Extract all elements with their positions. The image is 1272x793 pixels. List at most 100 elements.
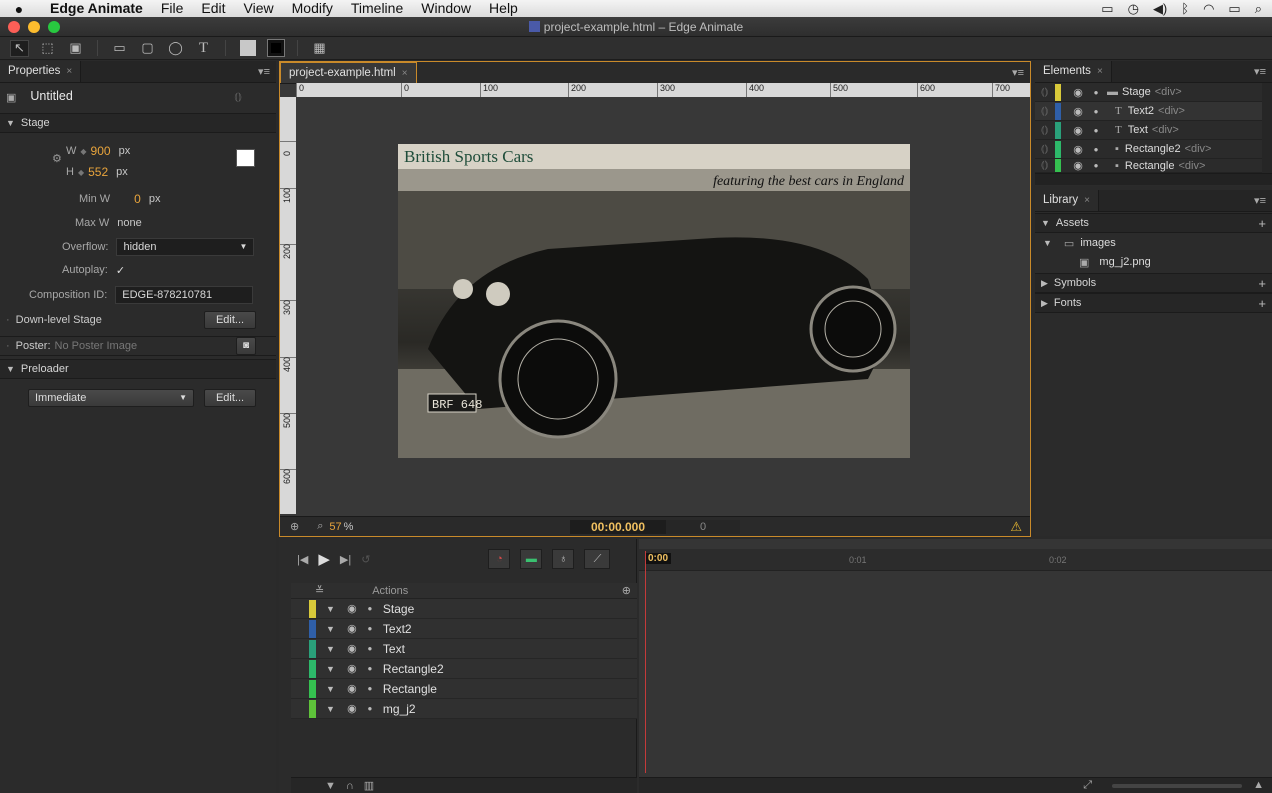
stage-subtitle-text[interactable]: featuring the best cars in England xyxy=(713,174,904,190)
eye-icon[interactable]: ◉ xyxy=(1067,124,1089,137)
element-row-stage[interactable]: ⦅⦆ ◉ ● ▬ Stage <div> xyxy=(1035,83,1262,102)
grid-icon[interactable]: ▦ xyxy=(310,40,329,57)
images-folder-row[interactable]: ▼ ▭ images xyxy=(1035,233,1272,253)
eye-icon[interactable]: ◉ xyxy=(1067,143,1089,156)
tab-library[interactable]: Library × xyxy=(1035,190,1099,211)
menu-timeline[interactable]: Timeline xyxy=(343,0,413,17)
selection-tool-icon[interactable]: ↖ xyxy=(10,39,29,57)
lock-dot-icon[interactable]: ● xyxy=(1089,107,1103,116)
composition-id-field[interactable]: EDGE-878210781 xyxy=(115,286,254,304)
element-row-text[interactable]: ⦅⦆ ◉ ● T Text <div> xyxy=(1035,121,1262,140)
wifi-icon[interactable]: ◠ xyxy=(1203,0,1214,17)
timeline-row-text2[interactable]: ▼ ◉ ● Text2 xyxy=(291,619,637,639)
menu-window[interactable]: Window xyxy=(413,0,481,17)
min-width-value[interactable]: 0 xyxy=(134,192,141,206)
eye-icon[interactable]: ◉ xyxy=(341,642,363,655)
link-dimensions-icon[interactable]: ⚙ xyxy=(52,152,62,165)
time-ruler[interactable]: 0:00 0:01 0:02 xyxy=(639,549,1272,571)
auto-transition-icon[interactable]: ▬ xyxy=(520,549,543,569)
tab-properties[interactable]: Properties × xyxy=(0,61,82,82)
play-icon[interactable]: ▶ xyxy=(318,550,330,568)
lock-dot-icon[interactable]: ● xyxy=(363,644,377,653)
car-image[interactable]: BRF 648 xyxy=(398,169,910,458)
playhead-line[interactable] xyxy=(645,551,646,773)
display-icon[interactable]: ▭ xyxy=(1101,0,1113,17)
stage-title-text[interactable]: British Sports Cars xyxy=(404,147,533,167)
rounded-rectangle-tool-icon[interactable]: ▢ xyxy=(138,40,157,57)
timeline-row-text[interactable]: ▼ ◉ ● Text xyxy=(291,639,637,659)
overflow-select[interactable]: hidden ▼ xyxy=(116,238,255,256)
close-icon[interactable]: × xyxy=(402,68,408,79)
lock-dot-icon[interactable]: ● xyxy=(363,624,377,633)
add-font-icon[interactable]: + xyxy=(1258,296,1266,311)
apple-icon[interactable]: ● xyxy=(0,1,38,17)
fonts-section-header[interactable]: ▶ Fonts + xyxy=(1035,293,1272,313)
battery-icon[interactable]: ▭ xyxy=(1228,0,1240,17)
width-value[interactable]: 900 xyxy=(91,144,111,158)
eye-icon[interactable]: ◉ xyxy=(341,702,363,715)
bluetooth-icon[interactable]: ᛒ xyxy=(1181,0,1189,17)
lock-dot-icon[interactable]: ● xyxy=(1089,145,1103,154)
menu-view[interactable]: View xyxy=(236,0,284,17)
ellipse-tool-icon[interactable]: ◯ xyxy=(166,40,185,57)
timeline-row-rectangle[interactable]: ▼ ◉ ● Rectangle xyxy=(291,679,637,699)
element-row-rectangle2[interactable]: ⦅⦆ ◉ ● ▪ Rectangle2 <div> xyxy=(1035,140,1262,159)
lock-dot-icon[interactable]: ● xyxy=(1089,88,1103,97)
lock-dot-icon[interactable]: ● xyxy=(363,684,377,693)
rectangle-tool-icon[interactable]: ▭ xyxy=(110,40,129,57)
fit-icon[interactable]: ⤢ xyxy=(1083,779,1092,792)
playhead-time-label[interactable]: 0:00 xyxy=(645,553,672,564)
menu-file[interactable]: File xyxy=(153,0,194,17)
image-file-row[interactable]: ▣ mg_j2.png xyxy=(1035,252,1272,272)
clipping-tool-icon[interactable]: ▣ xyxy=(66,40,85,57)
zoom-slider[interactable] xyxy=(1112,784,1242,788)
zoom-icon[interactable]: ⌕ xyxy=(317,520,323,533)
eye-icon[interactable]: ◉ xyxy=(341,662,363,675)
close-icon[interactable]: × xyxy=(66,66,72,77)
element-row-rectangle[interactable]: ⦅⦆ ◉ ● ▪ Rectangle <div> xyxy=(1035,159,1262,173)
text-tool-icon[interactable]: T xyxy=(194,40,213,57)
height-value[interactable]: 552 xyxy=(88,165,108,179)
preloader-select[interactable]: Immediate ▼ xyxy=(28,389,194,407)
menu-edit[interactable]: Edit xyxy=(193,0,235,17)
close-icon[interactable]: × xyxy=(1097,66,1103,77)
auto-keyframe-icon[interactable]: ◔ xyxy=(488,549,511,569)
tab-elements[interactable]: Elements × xyxy=(1035,61,1112,82)
panel-menu-icon[interactable]: ▾≡ xyxy=(1254,194,1266,207)
camera-icon[interactable]: ◙ xyxy=(236,337,256,355)
eye-icon[interactable]: ◉ xyxy=(1067,159,1089,172)
timeline-row-rectangle2[interactable]: ▼ ◉ ● Rectangle2 xyxy=(291,659,637,679)
timeline-row-mg-j2[interactable]: ▼ ◉ ● mg_j2 xyxy=(291,699,637,719)
go-to-end-icon[interactable]: ▶| xyxy=(340,553,351,566)
crosshair-icon[interactable]: ⊕ xyxy=(290,520,299,533)
preloader-section-header[interactable]: ▼ Preloader xyxy=(0,359,276,379)
add-symbol-icon[interactable]: + xyxy=(1258,276,1266,291)
grid-toggle-icon[interactable]: ▥ xyxy=(364,779,374,792)
time-readout[interactable]: 00:00.000 xyxy=(570,519,666,534)
background-color-swatch[interactable] xyxy=(238,40,257,57)
eye-icon[interactable]: ◉ xyxy=(1067,86,1089,99)
eye-icon[interactable]: ◉ xyxy=(341,602,363,615)
eye-icon[interactable]: ◉ xyxy=(341,622,363,635)
filter-icon[interactable]: ≚ xyxy=(315,584,324,597)
autoplay-checkbox[interactable]: ✓ xyxy=(116,264,125,277)
stage-section-header[interactable]: ▼ Stage xyxy=(0,113,276,133)
transform-tool-icon[interactable]: ⬚ xyxy=(38,40,57,57)
add-action-icon[interactable]: ⊕ xyxy=(622,584,631,597)
add-asset-icon[interactable]: + xyxy=(1258,216,1266,231)
frame-readout[interactable]: 0 xyxy=(666,519,740,534)
loop-icon[interactable]: ↺ xyxy=(361,553,370,566)
close-icon[interactable]: × xyxy=(1084,195,1090,206)
elements-vertical-scrollbar[interactable] xyxy=(1262,83,1272,173)
element-row-text2[interactable]: ⦅⦆ ◉ ● T Text2 <div> xyxy=(1035,102,1262,121)
easing-icon[interactable]: ⟋ xyxy=(584,549,611,569)
go-to-start-icon[interactable]: |◀ xyxy=(297,553,308,566)
stage-canvas[interactable]: BRF 648 British Sports Cars featuring th… xyxy=(398,144,910,458)
symbol-name-field[interactable]: Untitled xyxy=(24,88,225,106)
symbols-section-header[interactable]: ▶ Symbols + xyxy=(1035,273,1272,293)
zoom-mountain-icon[interactable]: ▲ xyxy=(1253,779,1264,791)
assets-section-header[interactable]: ▼ Assets + xyxy=(1035,213,1272,233)
spotlight-icon[interactable]: ⌕ xyxy=(1255,0,1262,17)
panel-menu-icon[interactable]: ▾≡ xyxy=(1254,65,1266,78)
preloader-edit-button[interactable]: Edit... xyxy=(204,389,256,407)
